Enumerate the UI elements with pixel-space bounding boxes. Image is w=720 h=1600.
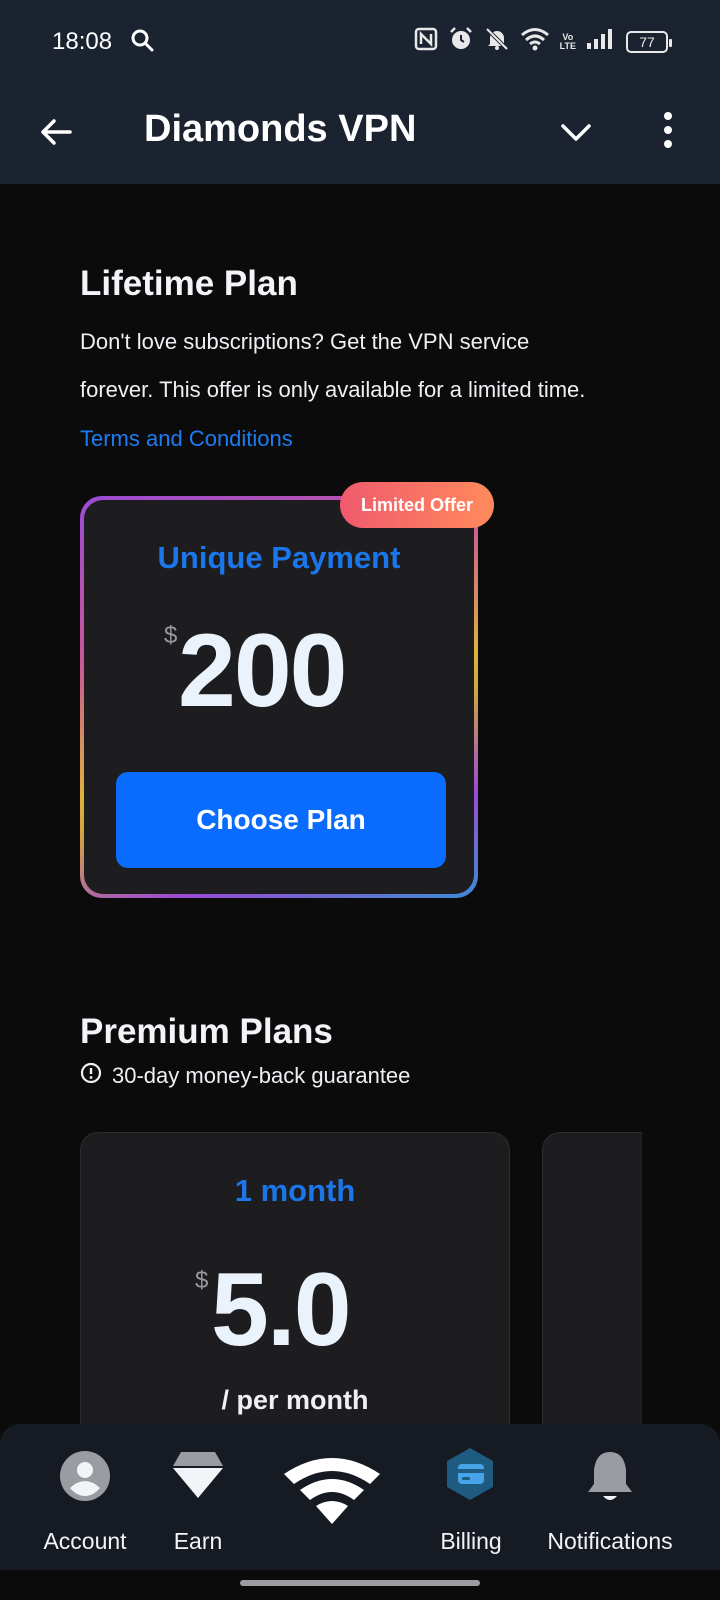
nav-billing[interactable]: Billing	[416, 1424, 526, 1570]
guarantee-text: 30-day money-back guarantee	[112, 1063, 411, 1088]
plan-price: 200	[178, 613, 348, 729]
limited-offer-badge: Limited Offer	[340, 482, 494, 528]
nav-notifications[interactable]: Notifications	[530, 1424, 690, 1570]
plan-name: 1 month	[234, 1173, 356, 1208]
lifetime-plan-card-inner: Unique Payment $ 200 Choose Plan	[84, 500, 474, 894]
volte-icon: Vo LTE	[559, 32, 576, 51]
app-bar: Diamonds VPN	[0, 84, 720, 184]
alarm-icon	[448, 26, 474, 57]
wifi-icon	[520, 27, 550, 56]
mute-icon	[484, 26, 510, 57]
terms-link[interactable]: Terms and Conditions	[80, 426, 293, 452]
signal-icon	[586, 28, 616, 55]
chevron-down-icon[interactable]	[558, 114, 594, 150]
choose-plan-button[interactable]: Choose Plan	[116, 772, 446, 868]
home-indicator[interactable]	[240, 1580, 480, 1586]
battery-icon: 77	[626, 30, 672, 53]
account-icon	[60, 1451, 110, 1501]
search-icon	[130, 28, 154, 57]
nav-earn-label: Earn	[173, 1528, 223, 1554]
status-bar: 18:08 Vo LTE 77	[0, 0, 720, 84]
status-time: 18:08	[52, 28, 113, 55]
nav-notifications-label: Notifications	[547, 1528, 673, 1554]
status-icons: Vo LTE 77	[414, 26, 672, 57]
more-vertical-icon[interactable]	[656, 108, 680, 152]
lifetime-description-line1: Don't love subscriptions? Get the VPN se…	[80, 329, 530, 354]
premium-plans-title: Premium Plans	[80, 1012, 333, 1051]
info-alert-icon	[80, 1062, 102, 1090]
volte-bottom: LTE	[559, 40, 576, 51]
bottom-nav: Account Earn Billing Notifications	[0, 1424, 720, 1570]
page-title: Diamonds VPN	[144, 108, 417, 150]
plan-period: / per month	[221, 1385, 369, 1415]
lifetime-plan-title: Lifetime Plan	[80, 264, 298, 303]
nav-billing-label: Billing	[440, 1528, 502, 1554]
guarantee-row: 30-day money-back guarantee	[80, 1062, 410, 1090]
vpn-logo-icon	[284, 1458, 380, 1524]
nav-vpn-home[interactable]	[280, 1424, 384, 1570]
bell-icon	[588, 1452, 632, 1500]
nav-earn[interactable]: Earn	[146, 1424, 250, 1570]
lifetime-description: Don't love subscriptions? Get the VPN se…	[80, 318, 660, 414]
arrow-left-icon[interactable]	[36, 112, 76, 152]
lifetime-plan-card: Unique Payment $ 200 Choose Plan	[80, 496, 478, 898]
plan-price: 5.0	[211, 1252, 352, 1368]
plan-name: Unique Payment	[157, 540, 401, 575]
nav-account-label: Account	[43, 1528, 127, 1554]
currency-symbol: $	[195, 1267, 209, 1294]
nfc-icon	[414, 27, 438, 56]
billing-icon	[447, 1448, 493, 1500]
top-bar: 18:08 Vo LTE 77 Diamonds VPN	[0, 0, 720, 184]
nav-account[interactable]: Account	[30, 1424, 140, 1570]
currency-symbol: $	[164, 622, 178, 649]
plan-card-next[interactable]	[542, 1132, 642, 1462]
lifetime-description-line2: forever. This offer is only available fo…	[80, 377, 586, 402]
plan-card-1-month[interactable]: 1 month $ 5.0 / per month	[80, 1132, 510, 1462]
diamond-icon	[173, 1452, 223, 1498]
